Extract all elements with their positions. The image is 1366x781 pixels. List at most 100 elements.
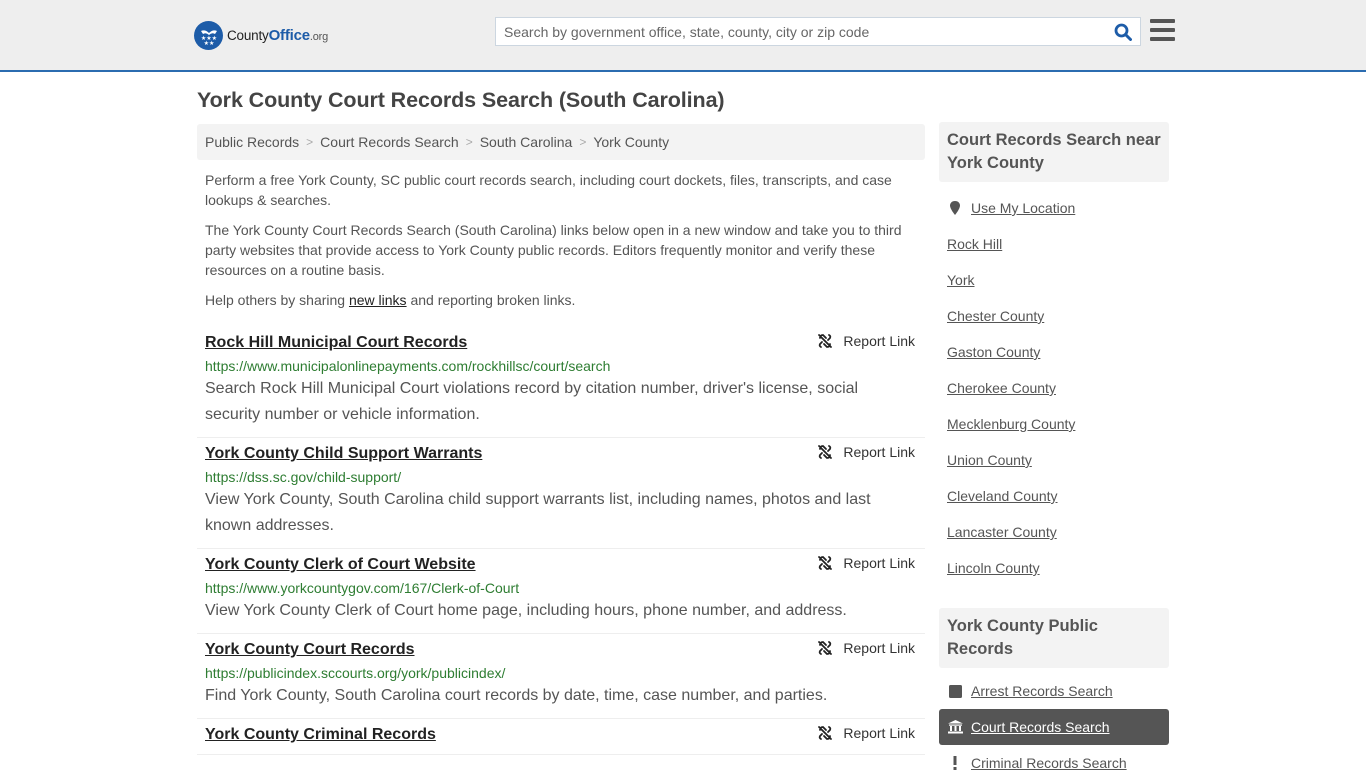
report-link-label: Report Link [843, 555, 915, 571]
result-item: York County Court Records Report Link ht… [197, 634, 925, 719]
hamburger-menu-icon-bar [1150, 28, 1175, 32]
search-icon [1114, 23, 1132, 41]
nearby-link-cleveland-county[interactable]: Cleveland County [947, 488, 1058, 504]
report-link-label: Report Link [843, 333, 915, 349]
nearby-item: Lancaster County [947, 514, 1161, 550]
svg-text:★★: ★★ [203, 40, 214, 47]
result-item: Rock Hill Municipal Court Records Report… [197, 327, 925, 438]
arrest-square-icon [947, 684, 963, 698]
broken-link-icon [818, 445, 833, 459]
new-links-link[interactable]: new links [349, 292, 407, 308]
logo-wordmark: CountyOffice.org [227, 27, 328, 44]
logo-brand: Office [268, 27, 311, 44]
hamburger-menu-button[interactable] [1150, 19, 1175, 41]
sidebar-nearby-heading: Court Records Search near York County [939, 122, 1169, 182]
public-records-list: Arrest Records Search Court Records Sear… [939, 673, 1169, 781]
search-bar [495, 17, 1141, 46]
hamburger-menu-icon-bar [1150, 19, 1175, 23]
result-description: Find York County, South Carolina court r… [205, 687, 828, 704]
result-url[interactable]: https://www.municipalonlinepayments.com/… [205, 356, 917, 376]
result-item: York County Clerk of Court Website Repor… [197, 549, 925, 634]
result-title-link[interactable]: York County Court Records [205, 640, 415, 660]
report-link-button[interactable]: Report Link [817, 725, 915, 741]
nearby-link-rock-hill[interactable]: Rock Hill [947, 236, 1002, 252]
nearby-link-chester-county[interactable]: Chester County [947, 308, 1044, 324]
public-records-item: Criminal Records Search [947, 745, 1161, 781]
nearby-link-cherokee-county[interactable]: Cherokee County [947, 380, 1056, 396]
logo-prefix: County [227, 28, 269, 43]
report-link-label: Report Link [843, 725, 915, 741]
nearby-link-gaston-county[interactable]: Gaston County [947, 344, 1040, 360]
intro-text-before-link: Help others by sharing [205, 292, 349, 308]
nearby-item: Cherokee County [947, 370, 1161, 406]
report-link-label: Report Link [843, 444, 915, 460]
result-description: Search Rock Hill Municipal Court violati… [205, 380, 859, 423]
use-my-location-link[interactable]: Use My Location [971, 200, 1075, 216]
broken-link-icon [818, 641, 833, 655]
intro-text-after-link: and reporting broken links. [406, 292, 576, 308]
sidebar-public-records: York County Public Records Arrest Record… [939, 608, 1169, 781]
result-title-link[interactable]: York County Criminal Records [205, 725, 436, 745]
breadcrumb-public-records[interactable]: Public Records [205, 134, 299, 150]
report-link-button[interactable]: Report Link [817, 333, 915, 349]
nearby-item: Cleveland County [947, 478, 1161, 514]
sidebar-public-records-heading: York County Public Records [939, 608, 1169, 668]
result-title-link[interactable]: York County Clerk of Court Website [205, 555, 476, 575]
breadcrumb-separator: > [465, 135, 473, 149]
hamburger-menu-icon-bar [1150, 37, 1175, 41]
nearby-item: Gaston County [947, 334, 1161, 370]
report-link-button[interactable]: Report Link [817, 444, 915, 460]
court-records-search-link[interactable]: Court Records Search [971, 719, 1110, 735]
report-link-label: Report Link [843, 640, 915, 656]
intro-paragraph-2: The York County Court Records Search (So… [205, 222, 902, 278]
result-url[interactable]: https://www.yorkcountygov.com/167/Clerk-… [205, 578, 917, 598]
result-url[interactable]: https://dss.sc.gov/child-support/ [205, 467, 917, 487]
result-item: York County Criminal Records Report Link [197, 719, 925, 755]
intro-paragraph-1: Perform a free York County, SC public co… [205, 172, 892, 208]
search-button[interactable] [1106, 18, 1140, 45]
breadcrumb-separator: > [579, 135, 587, 149]
breadcrumb-south-carolina[interactable]: South Carolina [480, 134, 573, 150]
broken-link-icon [818, 556, 833, 570]
results-list: Rock Hill Municipal Court Records Report… [197, 327, 925, 755]
nearby-item: Rock Hill [947, 226, 1161, 262]
search-input[interactable] [496, 18, 1106, 45]
nearby-item: Mecklenburg County [947, 406, 1161, 442]
criminal-records-search-link[interactable]: Criminal Records Search [971, 755, 1127, 771]
public-records-item-active: Court Records Search [939, 709, 1169, 745]
arrest-records-search-link[interactable]: Arrest Records Search [971, 683, 1113, 699]
result-title-link[interactable]: York County Child Support Warrants [205, 444, 482, 464]
logo-suffix: .org [309, 31, 329, 43]
page-title: York County Court Records Search (South … [197, 88, 725, 112]
nearby-link-lincoln-county[interactable]: Lincoln County [947, 560, 1040, 576]
site-logo[interactable]: ★★★ ★★ CountyOffice.org [194, 21, 328, 50]
intro-paragraph-3: Help others by sharing new links and rep… [205, 290, 917, 310]
intro-text: Perform a free York County, SC public co… [205, 170, 917, 320]
breadcrumb-separator: > [306, 135, 314, 149]
nearby-link-mecklenburg-county[interactable]: Mecklenburg County [947, 416, 1075, 432]
public-records-item: Arrest Records Search [947, 673, 1161, 709]
nearby-item: Union County [947, 442, 1161, 478]
breadcrumb-york-county[interactable]: York County [593, 134, 669, 150]
courthouse-icon [947, 720, 963, 734]
nearby-link-york[interactable]: York [947, 272, 975, 288]
broken-link-icon [818, 334, 833, 348]
map-marker-icon [947, 200, 963, 216]
sidebar-nearby: Court Records Search near York County Us… [939, 122, 1169, 586]
nearby-item: York [947, 262, 1161, 298]
report-link-button[interactable]: Report Link [817, 555, 915, 571]
nearby-link-union-county[interactable]: Union County [947, 452, 1032, 468]
result-title-link[interactable]: Rock Hill Municipal Court Records [205, 333, 467, 353]
site-header: ★★★ ★★ CountyOffice.org [0, 0, 1366, 72]
breadcrumb: Public Records > Court Records Search > … [197, 124, 925, 160]
breadcrumb-court-records-search[interactable]: Court Records Search [320, 134, 459, 150]
use-my-location-item: Use My Location [947, 190, 1161, 226]
result-description: View York County, South Carolina child s… [205, 491, 871, 534]
nearby-item: Lincoln County [947, 550, 1161, 586]
nearby-link-lancaster-county[interactable]: Lancaster County [947, 524, 1057, 540]
nearby-item: Chester County [947, 298, 1161, 334]
nearby-list: Use My Location Rock Hill York Chester C… [939, 190, 1169, 586]
result-description: View York County Clerk of Court home pag… [205, 602, 847, 619]
result-url[interactable]: https://publicindex.sccourts.org/york/pu… [205, 663, 917, 683]
report-link-button[interactable]: Report Link [817, 640, 915, 656]
